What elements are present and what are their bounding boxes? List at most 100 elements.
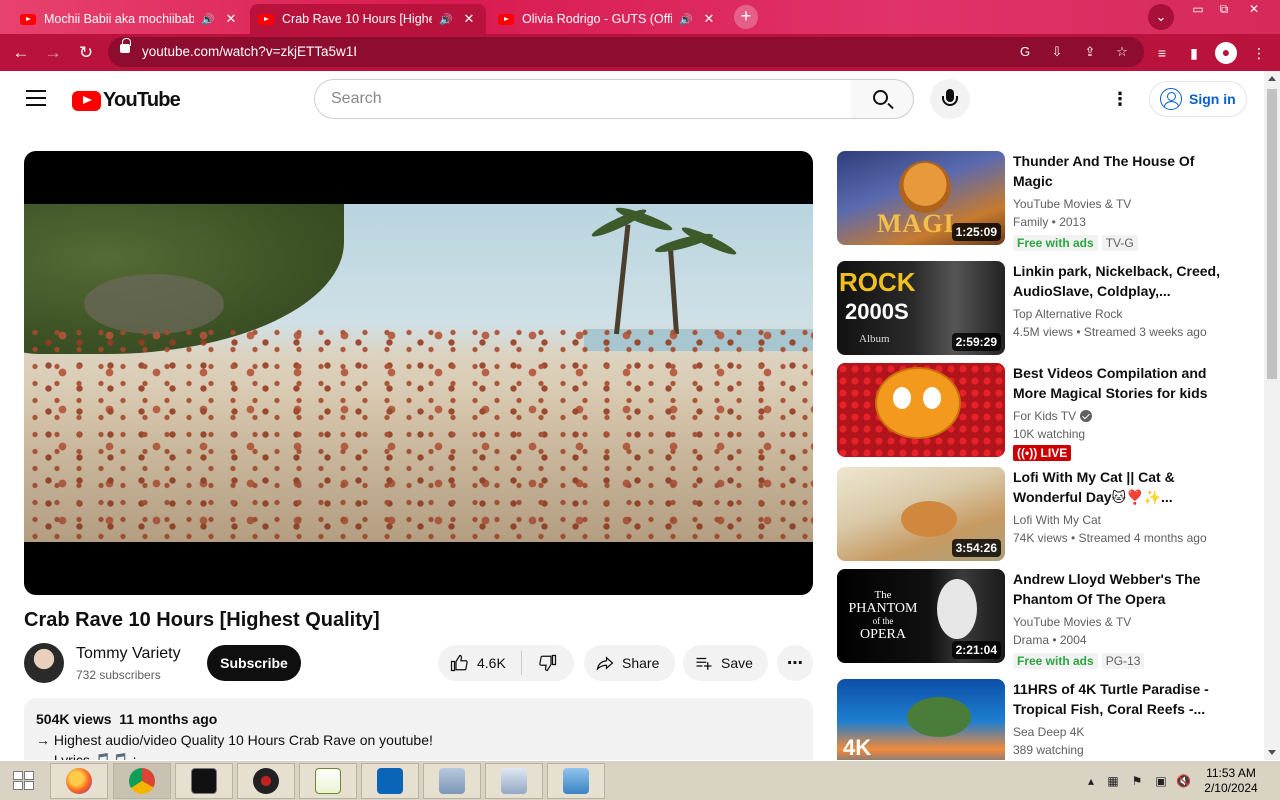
page-scrollbar[interactable] [1264, 71, 1280, 760]
video-player[interactable] [24, 151, 813, 595]
recommendation-title[interactable]: Thunder And The House Of Magic [1013, 151, 1223, 191]
system-clock[interactable]: 11:53 AM 2/10/2024 [1195, 766, 1267, 796]
search-button[interactable] [851, 79, 914, 119]
sign-in-button[interactable]: Sign in [1149, 81, 1247, 117]
outlook-icon [377, 768, 403, 794]
recommendation-item[interactable]: Best Videos Compilation and More Magical… [837, 363, 1227, 461]
keyboard-app[interactable] [485, 763, 543, 799]
chrome-menu-icon[interactable]: ⋮ [1249, 43, 1269, 63]
video-frame [24, 204, 813, 542]
video-thumbnail[interactable]: 4K [837, 679, 1005, 760]
record-app[interactable] [237, 763, 295, 799]
show-hidden-icons-icon[interactable]: ▴ [1084, 774, 1098, 788]
speaker-icon[interactable]: 🔊 [438, 13, 454, 26]
recommendation-channel[interactable]: YouTube Movies & TV [1013, 195, 1223, 213]
recommendation-item[interactable]: MAGI 1:25:09 Thunder And The House Of Ma… [837, 151, 1227, 251]
scrollbar-thumb[interactable] [1267, 89, 1277, 379]
restore-button[interactable]: ⧉ [1210, 2, 1238, 18]
recommendation-item[interactable]: 4K 11HRS of 4K Turtle Paradise - Tropica… [837, 679, 1227, 760]
share-button[interactable]: Share [584, 645, 675, 681]
forward-button[interactable]: → [40, 40, 66, 66]
recommendation-channel[interactable]: YouTube Movies & TV [1013, 613, 1223, 631]
recommendation-channel[interactable]: For Kids TV [1013, 407, 1223, 425]
control-panel-app[interactable] [547, 763, 605, 799]
speaker-icon[interactable]: 🔊 [678, 13, 694, 26]
share-page-icon[interactable]: ⇪ [1081, 43, 1099, 61]
scroll-up-icon[interactable] [1268, 76, 1276, 81]
video-thumbnail[interactable]: The PHANTOM of the OPERA 2:21:04 [837, 569, 1005, 663]
more-actions-button[interactable]: ⋯ [777, 645, 813, 681]
reload-button[interactable]: ↻ [73, 40, 99, 66]
palm-tree [667, 244, 679, 335]
save-button[interactable]: Save [683, 645, 768, 681]
settings-menu-icon[interactable]: ⋮ [1110, 89, 1130, 109]
tab-mochii[interactable]: Mochii Babii aka mochiibabi 🔊 ✕ [12, 4, 248, 34]
close-window-button[interactable]: ✕ [1240, 2, 1268, 18]
speaker-icon[interactable]: 🔊 [200, 13, 216, 26]
flag-icon[interactable]: ⚑ [1130, 774, 1144, 788]
recommendation-item[interactable]: 3:54:26 Lofi With My Cat || Cat & Wonder… [837, 467, 1227, 561]
control-panel-icon [563, 768, 589, 794]
video-thumbnail[interactable] [837, 363, 1005, 457]
side-panel-icon[interactable]: ▮ [1184, 43, 1204, 63]
close-tab-icon[interactable]: ✕ [460, 11, 478, 27]
firefox-icon [66, 768, 92, 794]
recommendation-title[interactable]: 11HRS of 4K Turtle Paradise - Tropical F… [1013, 679, 1223, 719]
thumbnail-art: MAGI [877, 209, 955, 238]
recommendation-item[interactable]: ROCK 2000S Album 2:59:29 Linkin park, Ni… [837, 261, 1227, 355]
display-icon[interactable]: ▣ [1154, 774, 1168, 788]
recommendation-title[interactable]: Lofi With My Cat || Cat & Wonderful Day🐱… [1013, 467, 1223, 507]
menu-icon[interactable] [26, 90, 46, 106]
video-title: Crab Rave 10 Hours [Highest Quality] [24, 609, 380, 631]
address-bar[interactable]: youtube.com/watch?v=zkjETTa5w1I G ⇩ ⇪ ☆ [108, 37, 1144, 67]
voice-search-button[interactable] [930, 79, 970, 119]
close-tab-icon[interactable]: ✕ [700, 11, 718, 27]
recommendation-channel[interactable]: Sea Deep 4K [1013, 723, 1223, 741]
profile-icon[interactable]: ● [1215, 42, 1237, 64]
back-button[interactable]: ← [8, 40, 34, 66]
tab-olivia-rodrigo[interactable]: Olivia Rodrigo - GUTS (Offici 🔊 ✕ [490, 4, 726, 34]
new-tab-button[interactable]: + [734, 5, 758, 29]
install-app-icon[interactable]: ⇩ [1048, 43, 1066, 61]
google-lens-icon[interactable]: G [1016, 43, 1034, 61]
description-line: → Highest audio/video Quality 10 Hours C… [36, 732, 433, 748]
video-thumbnail[interactable]: 3:54:26 [837, 467, 1005, 561]
outlook-app[interactable] [361, 763, 419, 799]
monitor-app[interactable] [423, 763, 481, 799]
tab-search-button[interactable]: ⌄ [1148, 4, 1174, 30]
recommendation-item[interactable]: The PHANTOM of the OPERA 2:21:04 Andrew … [837, 569, 1227, 669]
turtle-illustration [907, 697, 971, 737]
channel-avatar[interactable] [24, 643, 64, 683]
minimize-button[interactable]: ▭ [1184, 2, 1212, 18]
dislike-button[interactable] [522, 645, 574, 681]
video-thumbnail[interactable]: MAGI 1:25:09 [837, 151, 1005, 245]
search-icon [873, 90, 888, 105]
network-icon[interactable]: ▦ [1106, 774, 1120, 788]
live-label: LIVE [1040, 446, 1068, 460]
lock-icon[interactable] [120, 38, 131, 53]
recommendation-title[interactable]: Best Videos Compilation and More Magical… [1013, 363, 1223, 403]
chrome-app[interactable] [113, 763, 171, 799]
media-controls-icon[interactable]: ≡ [1152, 43, 1172, 63]
recommendation-title[interactable]: Andrew Lloyd Webber's The Phantom Of The… [1013, 569, 1223, 609]
thumbnail-text: OPERA [860, 627, 906, 642]
video-thumbnail[interactable]: ROCK 2000S Album 2:59:29 [837, 261, 1005, 355]
tab-crab-rave[interactable]: Crab Rave 10 Hours [Highest 🔊 ✕ [250, 4, 486, 34]
recommendation-channel[interactable]: Top Alternative Rock [1013, 305, 1223, 323]
recommendation-channel[interactable]: Lofi With My Cat [1013, 511, 1223, 529]
youtube-logo[interactable]: YouTube [72, 89, 181, 112]
search-input[interactable] [315, 80, 851, 118]
close-tab-icon[interactable]: ✕ [222, 11, 240, 27]
like-button[interactable]: 4.6K [438, 645, 521, 681]
terminal-app[interactable] [175, 763, 233, 799]
channel-name[interactable]: Tommy Variety [76, 645, 181, 663]
notepad-app[interactable] [299, 763, 357, 799]
scroll-down-icon[interactable] [1268, 750, 1276, 755]
bookmark-star-icon[interactable]: ☆ [1113, 43, 1131, 61]
recommendation-title[interactable]: Linkin park, Nickelback, Creed, AudioSla… [1013, 261, 1223, 301]
firefox-app[interactable] [50, 763, 108, 799]
subscribe-button[interactable]: Subscribe [207, 645, 301, 681]
volume-muted-icon[interactable]: 🔇 [1176, 774, 1191, 788]
start-button[interactable] [0, 761, 50, 800]
duration-badge: 2:59:29 [951, 333, 1001, 351]
